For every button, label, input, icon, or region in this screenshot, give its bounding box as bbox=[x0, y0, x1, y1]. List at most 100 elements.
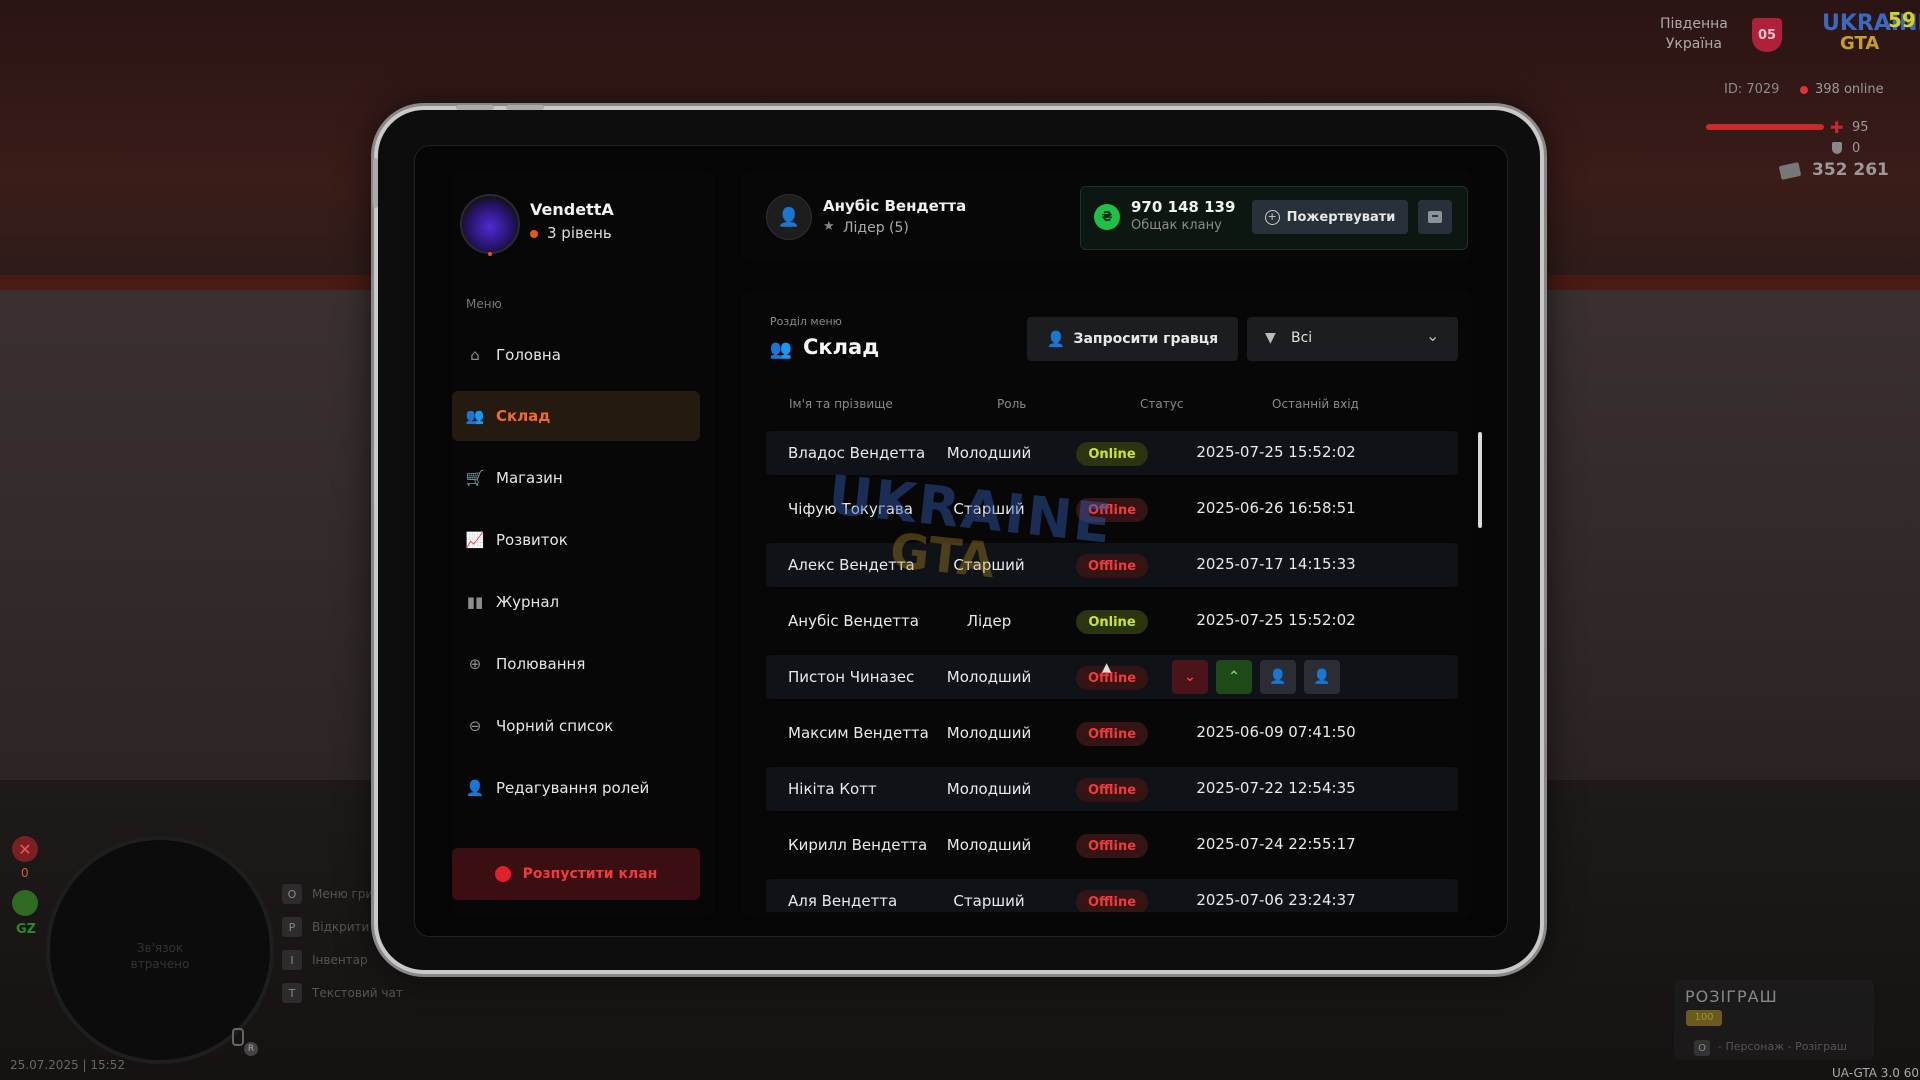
hotkey-label: Текстовий чат bbox=[312, 986, 403, 1000]
hud-region-line2: Україна bbox=[1665, 36, 1722, 52]
promote-button[interactable]: ⌃ bbox=[1216, 660, 1252, 694]
hud-region-line1: Південна bbox=[1660, 16, 1728, 32]
table-row[interactable]: Нікіта Котт Молодший Offline 2025-07-22 … bbox=[766, 767, 1458, 811]
chart-icon: 📈 bbox=[465, 531, 485, 549]
user-name: Анубіс Вендетта bbox=[823, 197, 967, 215]
mouse-cursor-icon: ▲ bbox=[1102, 660, 1112, 674]
hud-armor-value: 0 bbox=[1852, 141, 1861, 156]
sidebar-item-shop[interactable]: 🛒 Магазин bbox=[452, 453, 700, 503]
member-role: Молодший bbox=[946, 724, 1032, 742]
table-row[interactable]: Анубіс Вендетта Лідер Online 2025-07-25 … bbox=[766, 599, 1458, 643]
column-header-role: Роль bbox=[997, 397, 1027, 411]
minimap-status-text: Зв'язок втрачено bbox=[130, 941, 190, 971]
member-last-login: 2025-07-25 15:52:02 bbox=[1196, 611, 1356, 629]
disband-icon bbox=[494, 866, 511, 882]
status-badge: Online bbox=[1076, 610, 1148, 634]
table-row[interactable]: Аля Вендетта Старший Offline 2025-07-06 … bbox=[766, 879, 1458, 912]
status-badge: Online bbox=[1076, 442, 1148, 466]
sidebar-item-blacklist[interactable]: ⊖ Чорний список bbox=[452, 701, 700, 751]
chevron-up-icon: ⌃ bbox=[1228, 669, 1240, 685]
user-edit-icon: 👤 bbox=[465, 779, 485, 797]
table-scrollbar[interactable] bbox=[1478, 432, 1482, 528]
hotkey-label: Інвентар bbox=[312, 953, 368, 967]
bank-caption: Общак клану bbox=[1131, 218, 1222, 233]
sidebar-item-label: Магазин bbox=[496, 469, 563, 487]
status-badge: Offline bbox=[1076, 554, 1148, 578]
tablet-volume-button bbox=[506, 105, 544, 110]
wanted-icon: ✕ bbox=[12, 836, 38, 862]
sidebar-item-label: Розвиток bbox=[496, 531, 568, 549]
hud-health-bar bbox=[1706, 124, 1824, 130]
user-role: Лідер (5) bbox=[843, 220, 909, 236]
sidebar-item-label: Головна bbox=[496, 346, 561, 364]
hud-online-count: 398 online bbox=[1815, 82, 1884, 97]
hud-money-value: 352 261 bbox=[1812, 160, 1889, 180]
member-last-login: 2025-07-24 22:55:17 bbox=[1196, 835, 1356, 853]
online-dot-icon bbox=[1800, 86, 1808, 94]
member-profile-button[interactable]: 👤 bbox=[1304, 660, 1340, 694]
sidebar-item-label: Редагування ролей bbox=[496, 779, 650, 797]
hryvnia-icon: ₴ bbox=[1094, 204, 1120, 230]
tablet-side-button bbox=[373, 158, 378, 208]
giveaway-title: РОЗІГРАШ bbox=[1685, 987, 1778, 1006]
giveaway-badge: 100 bbox=[1686, 1010, 1722, 1026]
table-row[interactable]: Максим Вендетта Молодший Offline 2025-06… bbox=[766, 711, 1458, 755]
star-icon: ★ bbox=[823, 219, 835, 234]
group-icon: 👥 bbox=[769, 338, 793, 360]
member-last-login: 2025-06-26 16:58:51 bbox=[1196, 499, 1356, 517]
hud-fps: 59 bbox=[1888, 8, 1916, 32]
member-last-login: 2025-07-25 15:52:02 bbox=[1196, 443, 1356, 461]
section-title: Склад bbox=[803, 335, 880, 359]
hud-logo-bottom: GTA bbox=[1840, 33, 1880, 54]
bank-history-button[interactable] bbox=[1418, 200, 1452, 234]
filter-icon: ▼ bbox=[1265, 330, 1276, 346]
sidebar-item-edit-roles[interactable]: 👤 Редагування ролей bbox=[452, 763, 700, 813]
plus-circle-icon: + bbox=[1264, 209, 1280, 225]
hud-version-text: UA-GTA 3.0 bbox=[1832, 1066, 1900, 1080]
member-name: Максим Вендетта bbox=[788, 724, 929, 742]
invite-player-label: Запросити гравця bbox=[1073, 331, 1219, 347]
member-name: Нікіта Котт bbox=[788, 780, 877, 798]
giveaway-key-badge: O bbox=[1694, 1040, 1710, 1056]
member-role: Молодший bbox=[946, 668, 1032, 686]
user-avatar-icon: 👤 bbox=[766, 194, 812, 240]
hud-player-id: ID: 7029 bbox=[1724, 82, 1780, 97]
disband-clan-label: Розпустити клан bbox=[522, 866, 658, 882]
filter-value: Всі bbox=[1291, 330, 1313, 346]
member-role: Старший bbox=[953, 892, 1025, 910]
server-watermark-sub: GTA bbox=[887, 522, 998, 590]
table-row[interactable]: Кирилл Вендетта Молодший Offline 2025-07… bbox=[766, 823, 1458, 867]
sidebar-item-development[interactable]: 📈 Розвиток bbox=[452, 515, 700, 565]
hotkey-badge: P bbox=[282, 917, 302, 937]
status-badge: Offline bbox=[1076, 722, 1148, 746]
table-row[interactable]: Пистон Чиназес Молодший Offline ⌄ ⌃ 👤 👤 bbox=[766, 655, 1458, 699]
remove-user-icon: 👤 bbox=[1269, 669, 1287, 685]
member-last-login: 2025-07-22 12:54:35 bbox=[1196, 779, 1356, 797]
invite-player-button[interactable]: 👤 Запросити гравця bbox=[1027, 317, 1238, 361]
crosshair-icon: ⊕ bbox=[468, 655, 482, 673]
hotkey-label: Меню гри bbox=[312, 887, 374, 901]
archive-box-icon bbox=[1428, 211, 1442, 223]
tablet-volume-button bbox=[456, 105, 494, 110]
sidebar-item-home[interactable]: ⌂ Головна bbox=[452, 330, 700, 380]
member-name: Аля Вендетта bbox=[788, 892, 898, 910]
member-role: Молодший bbox=[946, 444, 1032, 462]
kick-member-button[interactable]: 👤 bbox=[1260, 660, 1296, 694]
home-icon: ⌂ bbox=[470, 346, 480, 364]
disband-clan-button[interactable]: Розпустити клан bbox=[452, 848, 700, 900]
clan-level: 3 рівень bbox=[547, 224, 612, 242]
health-cross-icon: ✚ bbox=[1830, 118, 1844, 137]
demote-button[interactable]: ⌄ bbox=[1172, 660, 1208, 694]
hud-region-badge: 05 bbox=[1752, 18, 1782, 52]
table-row[interactable]: Алекс Вендетта Старший Offline 2025-07-1… bbox=[766, 543, 1458, 587]
section-caption: Розділ меню bbox=[770, 315, 842, 328]
sidebar-item-hunting[interactable]: ⊕ Полювання bbox=[452, 639, 700, 689]
sidebar-item-journal[interactable]: ▮▮ Журнал bbox=[452, 577, 700, 627]
hud-datetime: 25.07.2025 | 15:52 bbox=[10, 1058, 125, 1072]
bank-amount: 970 148 139 bbox=[1131, 198, 1236, 216]
donate-button[interactable]: + Пожертвувати bbox=[1252, 200, 1408, 234]
hud-gz-label: GZ bbox=[16, 922, 37, 937]
microphone-icon bbox=[232, 1028, 244, 1046]
sidebar-item-roster[interactable]: 👥 Склад bbox=[452, 391, 700, 441]
group-icon: 👥 bbox=[465, 407, 485, 425]
